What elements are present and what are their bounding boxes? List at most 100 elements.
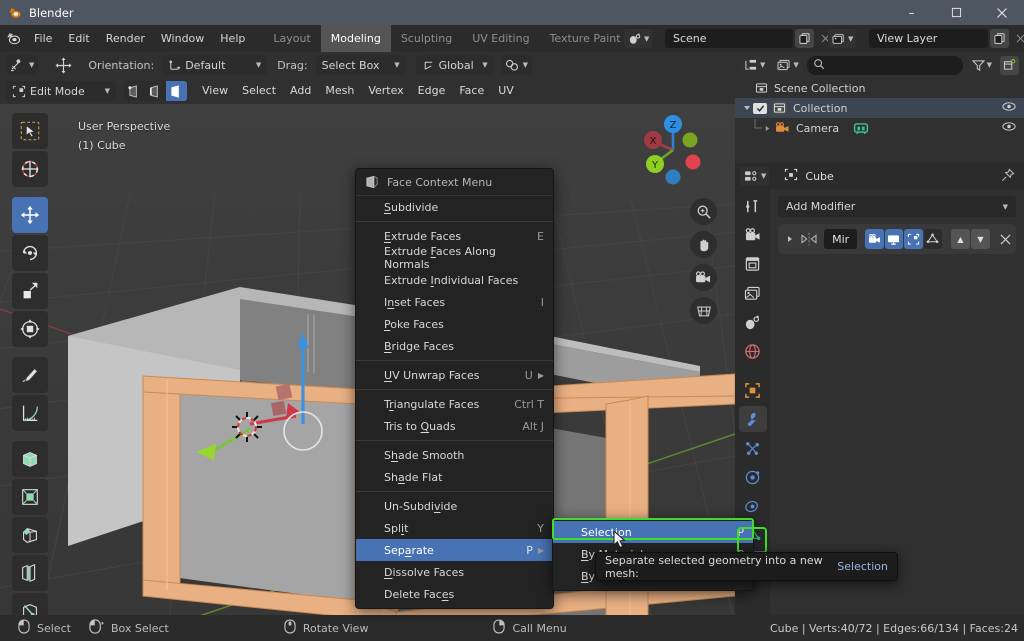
menu-item-bridge-faces[interactable]: Bridge Faces: [356, 335, 553, 357]
eye-icon[interactable]: [1002, 101, 1016, 115]
menu-add[interactable]: Add: [283, 81, 318, 101]
menu-item-extrude-faces[interactable]: Extrude Faces E: [356, 225, 553, 247]
modifier-expand-icon[interactable]: [783, 235, 797, 243]
menu-uv[interactable]: UV: [491, 81, 521, 101]
tool-tab[interactable]: [739, 193, 767, 219]
menu-item-extrude-faces-along-normals[interactable]: Extrude Faces Along Normals: [356, 245, 553, 271]
show-in-render-button[interactable]: [865, 229, 884, 249]
maximize-button[interactable]: [934, 0, 979, 25]
hand-icon[interactable]: [690, 231, 717, 258]
menu-item-dissolve-faces[interactable]: Dissolve Faces: [356, 561, 553, 583]
eye-icon[interactable]: [1002, 121, 1016, 135]
bevel-tool-button[interactable]: [12, 517, 48, 553]
move-tool-button[interactable]: [12, 197, 48, 233]
menu-select[interactable]: Select: [235, 81, 283, 101]
menu-window[interactable]: Window: [153, 29, 212, 49]
grid-icon[interactable]: [690, 297, 717, 324]
add-modifier-button[interactable]: Add Modifier ▼: [778, 196, 1016, 217]
physics-tab[interactable]: [739, 464, 767, 490]
drag-dropdown[interactable]: Select Box ▼: [315, 55, 406, 75]
collection-checkbox[interactable]: [753, 102, 767, 114]
face-context-menu[interactable]: Face Context Menu Subdivide Extrude Face…: [355, 168, 554, 609]
interaction-mode-dropdown[interactable]: Edit Mode ▼: [6, 81, 116, 101]
properties-editor-type-icon[interactable]: ▼: [740, 166, 770, 186]
outliner-filter-id-icon[interactable]: ▼: [773, 55, 802, 75]
remove-view-layer-button[interactable]: [1011, 29, 1024, 48]
show-on-cage-button[interactable]: [923, 229, 942, 249]
transform-orientation-dropdown[interactable]: Global ▼: [415, 55, 494, 75]
active-tool-icon[interactable]: ▼: [6, 55, 39, 75]
view-layer-tab[interactable]: [739, 280, 767, 306]
outliner-row-collection[interactable]: Collection: [735, 98, 1024, 118]
menu-item-uv-unwrap-faces[interactable]: UV Unwrap Faces U ▶: [356, 364, 553, 386]
extrude-region-tool-button[interactable]: [12, 441, 48, 477]
new-view-layer-button[interactable]: [990, 29, 1009, 48]
remove-modifier-button[interactable]: [1000, 233, 1011, 245]
blender-menu-icon[interactable]: [0, 25, 26, 52]
menu-file[interactable]: File: [26, 29, 60, 49]
outliner-filter-icon[interactable]: ▼: [967, 55, 995, 75]
menu-render[interactable]: Render: [98, 29, 153, 49]
world-tab[interactable]: [739, 338, 767, 364]
menu-item-triangulate-faces[interactable]: Triangulate Faces Ctrl T: [356, 393, 553, 415]
render-tab[interactable]: [739, 222, 767, 248]
menu-item-subdivide[interactable]: Subdivide: [356, 196, 553, 218]
camera-icon[interactable]: [690, 264, 717, 291]
menu-view[interactable]: View: [195, 81, 235, 101]
menu-item-delete-faces[interactable]: Delete Faces: [356, 583, 553, 605]
menu-vertex[interactable]: Vertex: [361, 81, 410, 101]
output-tab[interactable]: [739, 251, 767, 277]
menu-edit[interactable]: Edit: [60, 29, 97, 49]
menu-item-split[interactable]: Split Y: [356, 517, 553, 539]
view-layer-name-field[interactable]: View Layer: [869, 29, 988, 48]
tweak-select-tool-button[interactable]: [12, 113, 48, 149]
outliner-row-scene-collection[interactable]: Scene Collection: [735, 78, 1024, 98]
view-layer-datablock-icon[interactable]: ▼: [828, 29, 857, 48]
vertex-select-mode-button[interactable]: [124, 81, 145, 101]
show-in-edit-mode-button[interactable]: [904, 229, 923, 249]
breadcrumb[interactable]: Cube: [784, 168, 834, 184]
scale-tool-button[interactable]: [12, 273, 48, 309]
camera-data-icon[interactable]: [851, 122, 871, 135]
workspace-tab-texture-paint[interactable]: Texture Paint: [540, 25, 631, 52]
show-in-viewport-button[interactable]: [884, 229, 904, 249]
workspace-tab-layout[interactable]: Layout: [263, 25, 320, 52]
new-scene-button[interactable]: [795, 29, 814, 48]
menu-mesh[interactable]: Mesh: [318, 81, 361, 101]
submenu-item-selection[interactable]: Selection P: [553, 521, 753, 543]
menu-edge[interactable]: Edge: [411, 81, 453, 101]
move-gizmo-icon[interactable]: [49, 55, 78, 75]
workspace-tab-modeling[interactable]: Modeling: [320, 25, 391, 52]
outliner-search-input[interactable]: [806, 55, 963, 75]
menu-item-poke-faces[interactable]: Poke Faces: [356, 313, 553, 335]
rotate-tool-button[interactable]: [12, 235, 48, 271]
move-modifier-down-button[interactable]: ▼: [971, 229, 990, 249]
orientation-dropdown[interactable]: Default ▼: [162, 55, 268, 75]
close-button[interactable]: [979, 0, 1024, 25]
menu-help[interactable]: Help: [212, 29, 253, 49]
loop-cut-tool-button[interactable]: [12, 555, 48, 591]
annotate-tool-button[interactable]: [12, 357, 48, 393]
edge-select-mode-button[interactable]: [145, 81, 166, 101]
menu-item-separate[interactable]: Separate P ▶: [356, 539, 553, 561]
transform-tool-button[interactable]: [12, 311, 48, 347]
zoom-icon[interactable]: [690, 198, 717, 225]
knife-tool-button[interactable]: [12, 593, 48, 615]
inset-faces-tool-button[interactable]: [12, 479, 48, 515]
workspace-tab-uv-editing[interactable]: UV Editing: [462, 25, 539, 52]
menu-item-shade-flat[interactable]: Shade Flat: [356, 466, 553, 488]
navigation-gizmo[interactable]: Z X Y: [635, 112, 711, 188]
scene-name-field[interactable]: Scene: [665, 29, 793, 48]
constraints-tab[interactable]: [739, 493, 767, 519]
workspace-tab-sculpting[interactable]: Sculpting: [391, 25, 462, 52]
measure-tool-button[interactable]: [12, 395, 48, 431]
menu-item-un-subdivide[interactable]: Un-Subdivide: [356, 495, 553, 517]
modifier-tab[interactable]: [738, 406, 767, 432]
cursor-tool-button[interactable]: [12, 151, 48, 187]
minimize-button[interactable]: –: [889, 0, 934, 25]
face-select-mode-button[interactable]: [166, 81, 187, 101]
particles-tab[interactable]: [739, 435, 767, 461]
new-collection-button[interactable]: [1000, 55, 1019, 75]
menu-item-tris-to-quads[interactable]: Tris to Quads Alt J: [356, 415, 553, 437]
menu-item-inset-faces[interactable]: Inset Faces I: [356, 291, 553, 313]
